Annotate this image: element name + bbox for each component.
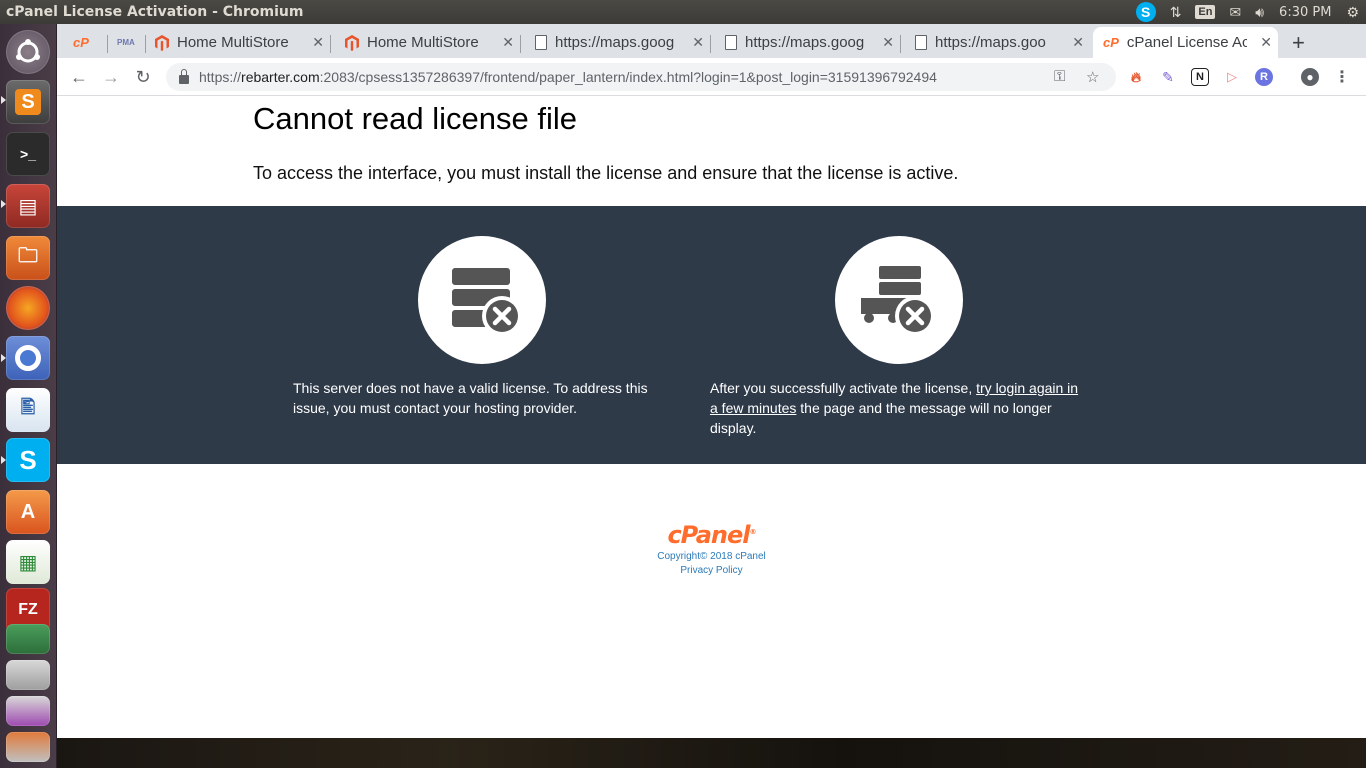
running-indicator: [1, 200, 6, 208]
window-title: cPanel License Activation - Chromium: [6, 4, 304, 20]
system-tray: S ⇅ En ✉ 🔊︎ 6:30 PM ⚙: [1129, 0, 1366, 24]
cpanel-logo: cPanel®: [667, 521, 756, 549]
keyboard-layout-indicator[interactable]: En: [1188, 0, 1222, 24]
tab-close-icon[interactable]: ✕: [1260, 34, 1272, 51]
stacked-app-icon[interactable]: [6, 696, 50, 726]
page-footer: cPanel® Copyright© 2018 cPanel Privacy P…: [57, 521, 1366, 576]
chromium-icon[interactable]: [6, 336, 50, 380]
activate-license-text: After you successfully activate the lice…: [710, 380, 1079, 436]
lock-icon[interactable]: [179, 68, 189, 84]
magento-favicon: [345, 34, 359, 51]
magento-favicon: [155, 34, 169, 51]
skype-tray-icon[interactable]: S: [1129, 0, 1163, 24]
intro-text: To access the interface, you must instal…: [253, 163, 959, 183]
phpmyadmin-favicon: PMA: [117, 38, 135, 47]
tab-close-icon[interactable]: ✕: [1072, 34, 1084, 51]
tab-maps-2[interactable]: https://maps.goog ✕: [715, 27, 900, 58]
tab-close-icon[interactable]: ✕: [882, 34, 894, 51]
terminal-icon[interactable]: >_: [6, 132, 50, 176]
url-text[interactable]: https://rebarter.com:2083/cpsess13572863…: [199, 69, 937, 85]
tab-close-icon[interactable]: ✕: [312, 34, 324, 51]
tab-cpanel-license[interactable]: cP cPanel License Act ✕: [1093, 27, 1278, 58]
file-cabinet-icon[interactable]: ▤: [6, 184, 50, 228]
extension-fire-icon[interactable]: 🔥︎: [1127, 68, 1145, 86]
document-favicon: [725, 35, 737, 50]
tab-home-multistore-2[interactable]: Home MultiStore ✕: [335, 27, 520, 58]
page-viewport: Cannot read license file To access the i…: [57, 96, 1366, 738]
skype-icon[interactable]: S: [6, 438, 50, 482]
spreadsheet-icon[interactable]: ▦: [6, 540, 50, 584]
extension-feather-icon[interactable]: ✎: [1159, 68, 1177, 86]
document-viewer-icon[interactable]: 🖺︎: [6, 388, 50, 432]
trash-icon[interactable]: [6, 732, 50, 762]
document-favicon: [535, 35, 547, 50]
reload-button[interactable]: ↻: [131, 65, 155, 89]
settings-gear-icon[interactable]: ⚙: [1339, 0, 1366, 24]
sublime-text-icon[interactable]: S: [6, 80, 50, 124]
tab-maps-3[interactable]: https://maps.goo ✕: [905, 27, 1090, 58]
running-indicator: [1, 456, 6, 464]
copyright-text: Copyright© 2018 cPanel: [657, 551, 766, 562]
address-bar[interactable]: https://rebarter.com:2083/cpsess13572863…: [166, 63, 1116, 91]
tab-pinned-cpanel[interactable]: cP: [63, 27, 107, 58]
desktop-wallpaper: [57, 738, 1366, 768]
software-center-icon[interactable]: A: [6, 490, 50, 534]
menu-kebab-icon[interactable]: ⋮: [1333, 68, 1351, 86]
tab-pinned-phpmyadmin[interactable]: PMA: [107, 27, 147, 58]
cpanel-favicon: cP: [73, 35, 89, 50]
cpanel-favicon: cP: [1103, 35, 1119, 50]
volume-icon[interactable]: 🔊︎: [1248, 0, 1271, 24]
bookmark-star-icon[interactable]: ☆: [1086, 68, 1099, 86]
tab-close-icon[interactable]: ✕: [502, 34, 514, 51]
top-panel: cPanel License Activation - Chromium S ⇅…: [0, 0, 1366, 24]
firefox-icon[interactable]: [6, 286, 50, 330]
clock[interactable]: 6:30 PM: [1271, 0, 1339, 24]
server-truck-error-icon: [835, 236, 963, 364]
extension-n-icon[interactable]: N: [1191, 68, 1209, 86]
tab-home-multistore-1[interactable]: Home MultiStore ✕: [145, 27, 330, 58]
mail-icon[interactable]: ✉: [1222, 0, 1248, 24]
stacked-app-icon[interactable]: [6, 660, 50, 690]
network-icon[interactable]: ⇅: [1163, 0, 1189, 24]
page-title: Cannot read license file: [253, 101, 577, 136]
server-error-icon: [418, 236, 546, 364]
browser-toolbar: ← → ↻ https://rebarter.com:2083/cpsess13…: [57, 58, 1366, 96]
ubuntu-dash-icon[interactable]: [6, 30, 50, 74]
tab-close-icon[interactable]: ✕: [692, 34, 704, 51]
privacy-policy-link[interactable]: Privacy Policy: [57, 565, 1366, 576]
stacked-app-icon[interactable]: [6, 624, 50, 654]
key-icon[interactable]: ⚿: [1054, 68, 1065, 85]
document-favicon: [915, 35, 927, 50]
files-icon[interactable]: 🗀︎: [6, 236, 50, 280]
extension-r-icon[interactable]: R: [1255, 68, 1273, 86]
extension-arrow-icon[interactable]: ▷: [1223, 68, 1241, 86]
invalid-license-text: This server does not have a valid licens…: [293, 380, 648, 416]
forward-button[interactable]: →: [99, 65, 123, 89]
tab-strip: cP PMA Home MultiStore ✕ Home MultiStore…: [57, 24, 1366, 58]
unity-launcher: S >_ ▤ 🗀︎ 🖺︎ S A ▦ FZ: [0, 24, 57, 768]
new-tab-button[interactable]: +: [1292, 30, 1305, 56]
tab-maps-1[interactable]: https://maps.goog ✕: [525, 27, 710, 58]
license-info-band: This server does not have a valid licens…: [57, 206, 1366, 464]
profile-avatar-icon[interactable]: ●: [1301, 68, 1319, 86]
back-button[interactable]: ←: [67, 65, 91, 89]
